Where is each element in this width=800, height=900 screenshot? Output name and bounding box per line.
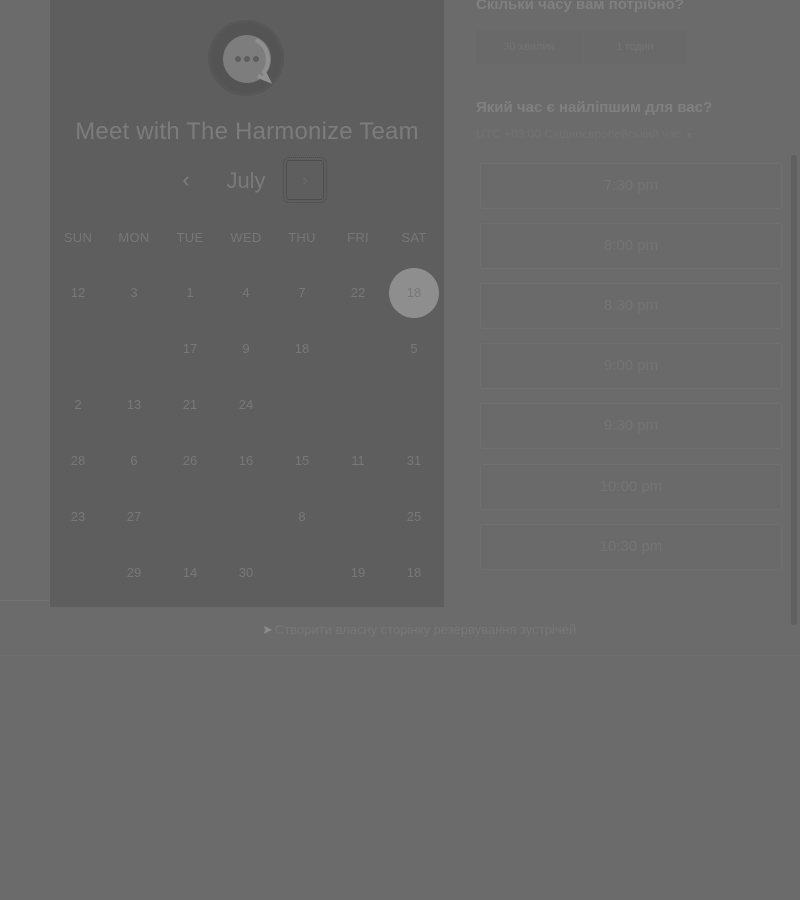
month-label: July [226, 168, 266, 193]
calendar-day[interactable]: 30 [221, 548, 271, 598]
time-slot[interactable]: 8:30 pm [480, 283, 782, 329]
time-slot[interactable]: 10:30 pm [480, 524, 782, 570]
weekday-label: SAT [401, 230, 427, 245]
time-question: Який час є найліпшим для вас? [476, 99, 713, 116]
next-month-button[interactable]: › [283, 157, 327, 203]
calendar-day[interactable]: 22 [333, 268, 383, 318]
calendar-day[interactable]: 5 [389, 324, 439, 374]
calendar-day[interactable]: 29 [109, 548, 159, 598]
time-slot[interactable]: 10:00 pm [480, 464, 782, 510]
weekday-label: THU [288, 230, 316, 245]
duration-option-30[interactable]: 30 хвилин [476, 30, 582, 64]
calendar-day[interactable]: 19 [333, 548, 383, 598]
scrollbar[interactable] [791, 155, 797, 625]
chevron-right-icon: › [302, 170, 308, 190]
chat-bubble-icon [223, 35, 273, 84]
calendar-day[interactable]: 9 [221, 324, 271, 374]
weekday-label: SUN [63, 230, 93, 245]
calendar-day[interactable]: 2 [53, 380, 103, 430]
weekday-label: MON [118, 230, 150, 245]
calendar-day[interactable]: 23 [53, 492, 103, 542]
chevron-left-icon: ‹ [182, 167, 190, 192]
calendar-day[interactable]: 26 [165, 436, 215, 486]
time-slot[interactable]: 8:00 pm [480, 223, 782, 269]
selected-day[interactable]: 18 [389, 268, 439, 318]
timezone-select[interactable]: UTC +03:00 Східноєвропейський час ▼ [476, 127, 694, 141]
calendar-day[interactable]: 27 [109, 492, 159, 542]
timezone-label: UTC +03:00 Східноєвропейський час [476, 127, 681, 141]
create-booking-page-link[interactable]: ➤ Створити власну сторінку резервування з… [262, 622, 576, 638]
divider [0, 655, 800, 656]
calendar-card: Meet with The Harmonize Team ‹ July › SU… [50, 0, 444, 607]
prev-month-button[interactable]: ‹ [175, 168, 197, 194]
calendar-day[interactable]: 16 [221, 436, 271, 486]
calendar-day[interactable]: 17 [165, 324, 215, 374]
time-slot[interactable]: 9:30 pm [480, 403, 782, 449]
calendar-day[interactable]: 18 [277, 324, 327, 374]
duration-option-60[interactable]: 1 годин [584, 30, 686, 64]
cursor-arrow-icon: ➤ [262, 622, 273, 637]
time-slot[interactable]: 9:00 pm [480, 343, 782, 389]
calendar-day[interactable]: 11 [333, 436, 383, 486]
month-navigator: ‹ July › [50, 157, 444, 204]
caret-down-icon: ▼ [684, 130, 694, 140]
calendar-day[interactable]: 1 [165, 268, 215, 318]
duration-question: Скільки часу вам потрібно? [476, 0, 684, 13]
calendar-day[interactable]: 31 [389, 436, 439, 486]
calendar-day[interactable]: 28 [53, 436, 103, 486]
calendar-day[interactable]: 8 [277, 492, 327, 542]
calendar-title: Meet with The Harmonize Team [75, 118, 419, 145]
calendar-day[interactable]: 18 [389, 548, 439, 598]
footer-link-label: Створити власну сторінку резервування зу… [274, 622, 577, 637]
calendar-day[interactable]: 15 [277, 436, 327, 486]
divider [0, 600, 50, 601]
calendar-day[interactable]: 14 [165, 548, 215, 598]
time-slot[interactable]: 7:30 pm [480, 163, 782, 209]
calendar-day[interactable]: 3 [109, 268, 159, 318]
calendar-day[interactable]: 4 [221, 268, 271, 318]
weekday-label: WED [230, 230, 262, 245]
calendar-day[interactable]: 21 [165, 380, 215, 430]
calendar-day[interactable]: 25 [389, 492, 439, 542]
calendar-day[interactable]: 6 [109, 436, 159, 486]
weekday-label: FRI [347, 230, 369, 245]
calendar-day[interactable]: 24 [221, 380, 271, 430]
weekday-label: TUE [176, 230, 204, 245]
calendar-day[interactable]: 12 [53, 268, 103, 318]
calendar-day[interactable]: 7 [277, 268, 327, 318]
calendar-day[interactable]: 13 [109, 380, 159, 430]
